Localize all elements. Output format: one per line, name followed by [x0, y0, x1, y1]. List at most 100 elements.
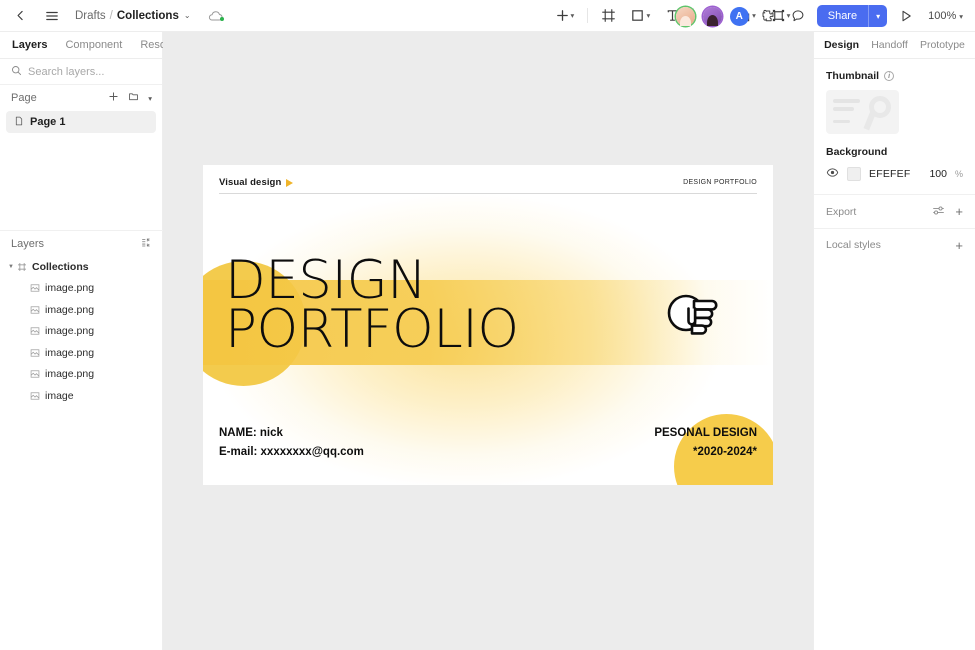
plus-icon[interactable]: + — [955, 205, 963, 218]
zoom-level-label: 100% — [928, 10, 957, 22]
page-icon — [14, 116, 24, 129]
layer-row-collections[interactable]: ▼ Collections — [0, 256, 163, 278]
thumbnail-line-2 — [833, 107, 854, 111]
present-play-icon[interactable] — [895, 5, 917, 27]
chevron-down-icon[interactable]: ▾ — [148, 94, 152, 103]
thumbnail-section-title: Thumbnail i — [826, 70, 963, 82]
chevron-down-icon[interactable]: ⌄ — [184, 11, 191, 20]
layer-label: Collections — [32, 260, 89, 273]
breadcrumb-separator: / — [109, 9, 113, 22]
breadcrumb-root[interactable]: Drafts — [75, 10, 106, 22]
sync-status-dot — [219, 16, 224, 21]
plus-icon[interactable]: + — [955, 239, 963, 252]
artboard-contact-name: NAME: nick — [219, 427, 283, 440]
share-button[interactable]: Share ▾ — [816, 5, 888, 27]
artboard-footer-line2: *2020-2024* — [693, 445, 757, 458]
hamburger-menu-icon[interactable] — [41, 5, 63, 27]
canvas[interactable]: Visual design DESIGN PORTFOLIO DESIGN PO… — [163, 32, 813, 650]
tab-layers[interactable]: Layers — [12, 39, 47, 51]
frame-tool[interactable] — [599, 6, 618, 25]
chevron-left-icon[interactable] — [9, 5, 31, 27]
thumbnail-line-3 — [833, 120, 850, 123]
add-tool[interactable]: ▾ — [553, 6, 577, 25]
layer-row-image-4[interactable]: image.png — [0, 342, 163, 364]
right-panel: Design Handoff Prototype Thumbnail i Bac… — [813, 32, 975, 650]
artboard-contact-block: NAME: nick E-mail: xxxxxxxx@qq.com — [219, 424, 364, 461]
layer-row-image-1[interactable]: image.png — [0, 278, 163, 300]
layer-label: image.png — [45, 325, 95, 338]
search-icon — [11, 63, 22, 81]
layer-label: image.png — [45, 282, 95, 295]
artboard-eyebrow-label: Visual design — [219, 177, 282, 188]
background-hex-value[interactable]: EFEFEF — [869, 168, 921, 180]
chevron-down-icon[interactable]: ▾ — [646, 11, 650, 20]
page-section-header: Page ▾ — [0, 85, 162, 111]
right-panel-tabs: Design Handoff Prototype — [814, 32, 975, 59]
eye-icon[interactable] — [826, 167, 839, 181]
export-label: Export — [826, 205, 857, 218]
breadcrumb-current[interactable]: Collections — [117, 10, 179, 22]
page-list-item[interactable]: Page 1 — [6, 111, 156, 133]
tab-handoff[interactable]: Handoff — [871, 39, 908, 51]
layer-label: image.png — [45, 303, 95, 316]
search-layers-bar[interactable] — [0, 59, 162, 85]
thumbnail-preview[interactable] — [826, 90, 899, 134]
chevron-down-icon[interactable]: ▾ — [571, 11, 575, 20]
zoom-control[interactable]: 100% ▾ — [925, 8, 966, 24]
breadcrumb[interactable]: Drafts / Collections ⌄ — [75, 10, 191, 22]
artboard-title: DESIGN PORTFOLIO — [225, 254, 519, 360]
comment-icon[interactable] — [787, 5, 809, 27]
expand-triangle-icon[interactable]: ▼ — [8, 264, 17, 270]
share-chevron-icon[interactable]: ▾ — [868, 5, 887, 27]
search-input[interactable] — [28, 65, 138, 78]
top-bar-right: A Share ▾ 100% ▾ — [675, 0, 966, 32]
avatar-user-3[interactable]: A — [729, 6, 749, 26]
background-label: Background — [826, 146, 888, 158]
layer-row-image-6[interactable]: image — [0, 385, 163, 407]
figma-like-editor: Drafts / Collections ⌄ ▾ ▾ ▾ ▾ A Share ▾… — [0, 0, 975, 650]
layer-row-image-5[interactable]: image.png — [0, 364, 163, 386]
play-triangle-icon — [286, 178, 294, 187]
layers-section-header: Layers — [0, 230, 163, 256]
thumbnail-label: Thumbnail — [826, 70, 880, 82]
left-panel: Layers Component Resource Page ▾ — [0, 32, 187, 650]
background-color-swatch[interactable] — [847, 167, 861, 181]
layer-label: image.png — [45, 346, 95, 359]
frame-icon — [17, 262, 27, 272]
chevron-down-icon[interactable]: ▾ — [959, 12, 963, 21]
export-actions: + — [932, 205, 963, 219]
avatar-user-2[interactable] — [702, 6, 722, 26]
artboard-title-line2: PORTFOLIO — [225, 298, 519, 360]
export-section: Export + — [814, 195, 975, 228]
tab-prototype[interactable]: Prototype — [920, 39, 965, 51]
collapse-all-icon[interactable] — [141, 237, 152, 251]
artboard-header: Visual design DESIGN PORTFOLIO — [219, 177, 757, 188]
layers-section-label: Layers — [11, 237, 45, 250]
image-icon — [30, 369, 40, 379]
image-icon — [30, 391, 40, 401]
artboard-collections[interactable]: Visual design DESIGN PORTFOLIO DESIGN PO… — [203, 165, 773, 485]
local-styles-label: Local styles — [826, 239, 881, 251]
info-icon[interactable]: i — [884, 71, 895, 81]
sliders-icon[interactable] — [932, 205, 945, 219]
avatar-user-1[interactable] — [675, 6, 695, 26]
layer-label: image.png — [45, 368, 95, 381]
tab-component[interactable]: Component — [65, 39, 122, 51]
left-panel-tabs: Layers Component Resource — [0, 32, 187, 59]
image-icon — [30, 283, 40, 293]
background-opacity-unit: % — [954, 169, 963, 179]
layer-label: image — [45, 389, 74, 402]
folder-icon[interactable] — [128, 91, 139, 105]
artboard-footer-block: PESONAL DESIGN *2020-2024* — [654, 424, 757, 461]
layers-list: ▼ Collections image.png image.png image.… — [0, 256, 163, 407]
thumbnail-line-1 — [833, 99, 860, 103]
layer-row-image-2[interactable]: image.png — [0, 299, 163, 321]
tab-design[interactable]: Design — [824, 39, 859, 51]
background-opacity-value[interactable]: 100 — [929, 168, 947, 180]
shape-tool[interactable]: ▾ — [628, 6, 652, 25]
plugin-icon[interactable] — [757, 5, 779, 27]
layer-row-image-3[interactable]: image.png — [0, 321, 163, 343]
plus-icon[interactable] — [108, 91, 119, 105]
page-section-label: Page — [11, 92, 37, 104]
background-color-row: EFEFEF 100 % — [826, 167, 963, 181]
